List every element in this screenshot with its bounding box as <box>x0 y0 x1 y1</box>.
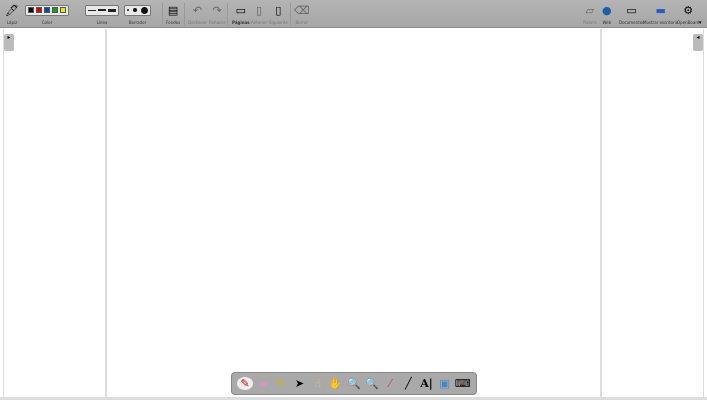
pen-icon: 🖊 <box>5 3 19 17</box>
marker-tool-icon[interactable]: ✎ <box>273 377 289 390</box>
board-button[interactable]: ▱ Pizarra <box>583 2 597 26</box>
globe-icon: ● <box>602 3 612 17</box>
chevron-down-icon[interactable]: ▾ <box>699 20 702 26</box>
color-green[interactable] <box>52 7 58 13</box>
eraser-medium[interactable] <box>133 8 137 12</box>
main-toolbar: 🖊 Lápiz Color Línea Borrador ▤ Fondos ↶ Des… <box>0 0 707 28</box>
pen-button[interactable]: 🖊 Lápiz <box>5 2 19 26</box>
arrow-right-icon: ▸ <box>7 34 11 41</box>
separator <box>227 3 228 25</box>
clear-button[interactable]: ⌫ Borrar <box>294 2 310 26</box>
separator <box>162 3 163 25</box>
left-palette <box>3 29 107 398</box>
gear-icon: ⚙ <box>683 3 694 17</box>
redo-button[interactable]: ↷ Rehacer <box>209 2 225 26</box>
board-canvas[interactable] <box>107 29 600 397</box>
color-red[interactable] <box>36 7 42 13</box>
right-palette <box>600 29 704 398</box>
stylus-palette: ✎ ▰ ✎ ➤ ☝ ✋ 🔍 🔍 ⁄ ╱ A| ▣ ⌨ <box>231 372 477 395</box>
arrow-left-icon: ◂ <box>696 34 700 41</box>
line-thick[interactable] <box>108 8 116 12</box>
virtual-keyboard-icon[interactable]: ⌨ <box>455 377 471 390</box>
right-palette-toggle[interactable]: ◂ <box>693 34 703 51</box>
selector-tool-icon[interactable]: ➤ <box>291 377 307 390</box>
undo-icon: ↶ <box>192 3 203 17</box>
previous-page-button[interactable]: ▯ Anterior <box>251 2 267 26</box>
undo-button[interactable]: ↶ Deshacer <box>188 2 207 26</box>
line-thin[interactable] <box>88 9 96 11</box>
color-blue[interactable] <box>44 7 50 13</box>
text-tool-icon[interactable]: A| <box>418 377 434 390</box>
hand-tool-icon[interactable]: ✋ <box>328 377 344 390</box>
backgrounds-button[interactable]: ▤ Fondos <box>166 2 180 26</box>
eraser-tool-icon[interactable]: ▰ <box>255 377 271 390</box>
capture-tool-icon[interactable]: ▣ <box>437 377 453 390</box>
color-group: Color <box>25 2 69 25</box>
separator <box>290 3 291 25</box>
previous-page-icon: ▯ <box>256 3 263 17</box>
line-group: Línea <box>85 2 119 25</box>
next-page-button[interactable]: ▯ Siguiente <box>269 2 288 26</box>
web-button[interactable]: ● Web <box>602 2 612 26</box>
laser-pointer-icon[interactable]: ⁄ <box>382 377 398 390</box>
redo-icon: ↷ <box>212 3 222 17</box>
color-black[interactable] <box>28 7 34 13</box>
left-palette-toggle[interactable]: ▸ <box>4 34 14 51</box>
interact-tool-icon[interactable]: ☝ <box>310 377 326 390</box>
pen-tool-icon[interactable]: ✎ <box>237 377 254 390</box>
pages-button[interactable]: ▭ Páginas <box>232 2 250 26</box>
eraser-small[interactable] <box>127 9 129 11</box>
documents-button[interactable]: ▭ Documentos <box>619 2 644 26</box>
desktop-icon: ▬ <box>655 3 666 17</box>
folder-icon: ▭ <box>626 3 637 17</box>
line-tool-icon[interactable]: ╱ <box>400 377 416 390</box>
eraser-large[interactable] <box>141 6 148 14</box>
add-page-icon: ▭ <box>235 3 247 17</box>
color-yellow[interactable] <box>60 7 66 13</box>
eraser-group: Borrador <box>124 2 151 25</box>
show-desktop-button[interactable]: ▬ Mostrar escritorio <box>643 2 678 26</box>
next-page-icon: ▯ <box>275 3 282 17</box>
zoom-in-icon[interactable]: 🔍 <box>346 377 362 390</box>
background-icon: ▤ <box>167 3 179 17</box>
line-medium[interactable] <box>98 9 106 11</box>
zoom-out-icon[interactable]: 🔍 <box>364 377 380 390</box>
board-icon: ▱ <box>585 3 595 17</box>
separator <box>184 3 185 25</box>
openboard-menu-button[interactable]: ⚙ OpenBoard <box>677 2 699 26</box>
clear-icon: ⌫ <box>294 3 310 17</box>
